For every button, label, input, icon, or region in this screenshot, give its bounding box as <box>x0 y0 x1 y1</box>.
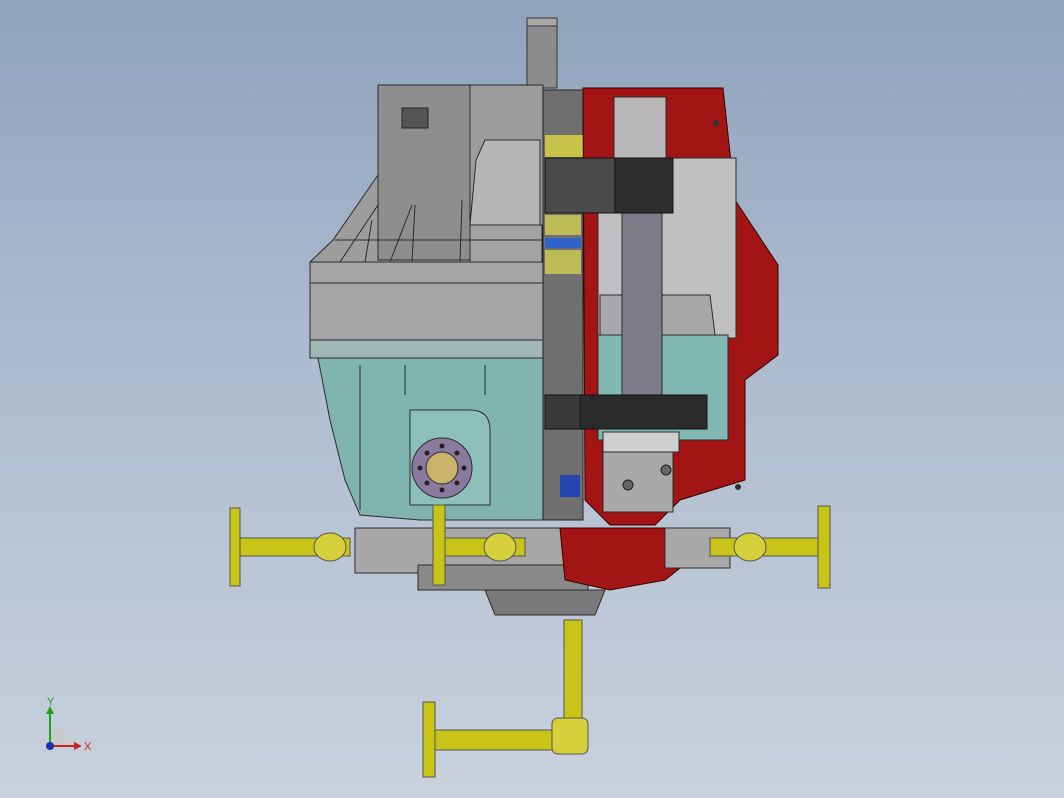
x-axis-arrow <box>74 742 82 750</box>
flange-band[interactable] <box>309 261 544 359</box>
section-cut-right[interactable] <box>582 87 779 526</box>
y-axis-label: Y <box>47 696 55 708</box>
bottom-assembly[interactable] <box>354 527 731 616</box>
output-flange[interactable] <box>411 437 473 499</box>
gearbox-section-model[interactable] <box>0 0 1064 798</box>
cad-viewport[interactable]: Y X <box>0 0 1064 798</box>
lower-gear[interactable] <box>544 394 708 430</box>
z-axis-dot <box>46 742 54 750</box>
coordinate-triad: Y X <box>36 696 106 766</box>
piping-left[interactable] <box>229 507 351 587</box>
piping-right[interactable] <box>709 505 831 589</box>
upper-housing-left[interactable] <box>309 84 544 266</box>
top-shaft[interactable] <box>526 17 558 89</box>
x-axis-label: X <box>84 741 92 753</box>
piping-bottom[interactable] <box>422 619 589 778</box>
triad-plane-shading <box>50 725 72 746</box>
section-cut-core[interactable] <box>542 89 585 521</box>
upper-gear[interactable] <box>544 157 674 214</box>
